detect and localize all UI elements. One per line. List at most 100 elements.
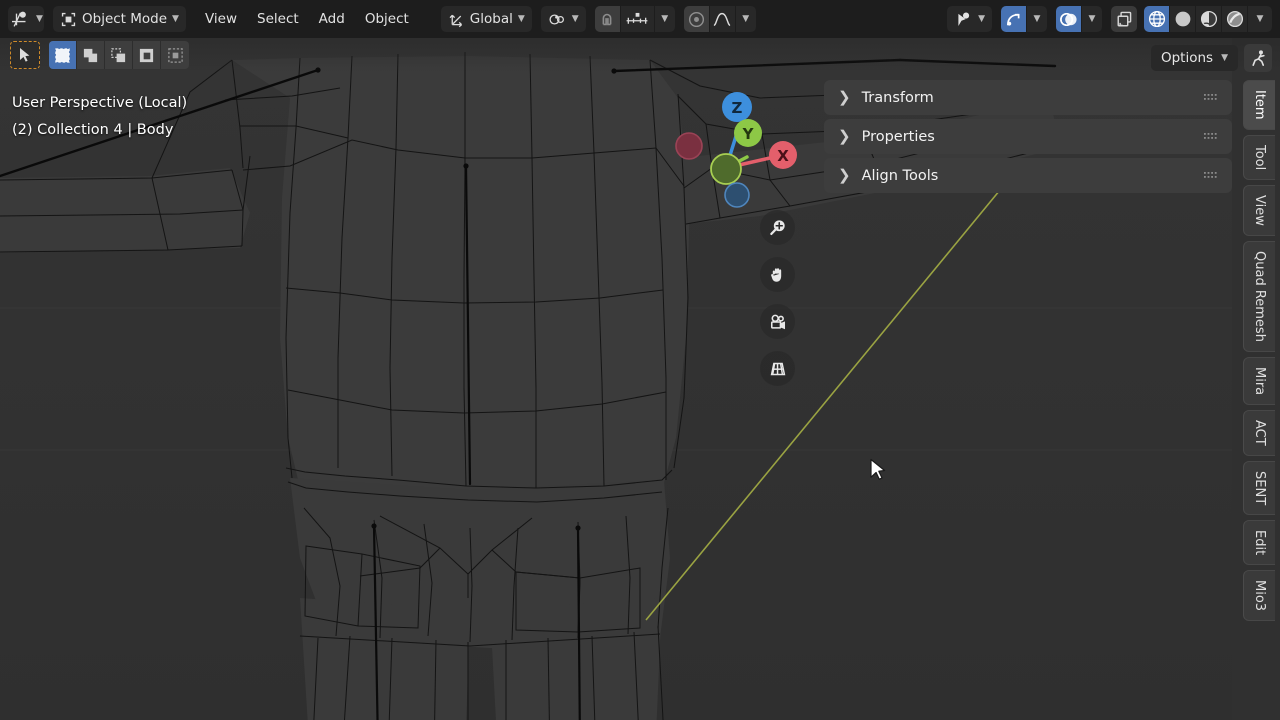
gizmo-icon[interactable] (1001, 6, 1027, 32)
overlay-controls[interactable]: ▼ (1056, 6, 1102, 32)
gizmo-axis-neg-x (675, 132, 703, 160)
pose-gizmo-icon[interactable] (1244, 44, 1272, 72)
menu-add-label: Add (318, 11, 345, 27)
options-label: Options (1160, 50, 1214, 66)
sidebar-tab-view[interactable]: View (1243, 184, 1275, 236)
camera-view-button[interactable] (760, 304, 795, 339)
visibility-selector[interactable]: ▼ (947, 6, 992, 32)
shading-dropdown[interactable]: ▼ (1248, 6, 1272, 32)
panel-properties[interactable]: ❯ Properties (824, 119, 1232, 154)
sidebar-tab-item[interactable]: Item (1243, 80, 1275, 130)
chevron-down-icon: ▼ (661, 13, 669, 24)
object-mode-icon (61, 12, 76, 26)
falloff-dropdown[interactable]: ▼ (736, 6, 756, 32)
gizmo-controls[interactable]: ▼ (1001, 6, 1047, 32)
panel-align-tools[interactable]: ❯ Align Tools (824, 158, 1232, 193)
material-preview-sphere-icon[interactable] (1196, 6, 1222, 32)
blender-window: User Perspective (Local) (2) Collection … (0, 0, 1280, 720)
gizmo-axis-y-label: Y (742, 125, 755, 143)
sidebar-tab-item-label: Item (1252, 90, 1267, 120)
sidebar-tab-act-label: ACT (1252, 419, 1267, 446)
sidebar-tab-quad-remesh-label: Quad Remesh (1252, 250, 1267, 342)
gizmo-axis-neg-y (710, 153, 742, 185)
navigation-gizmo[interactable]: Z Y X (665, 85, 805, 210)
proportional-editing-controls[interactable]: ▼ (683, 6, 756, 32)
options-button[interactable]: Options ▼ (1150, 45, 1238, 71)
chevron-down-icon: ▼ (742, 13, 750, 24)
snap-target-icon[interactable] (621, 6, 655, 32)
sidebar-tab-mira[interactable]: Mira (1243, 356, 1275, 405)
menu-add[interactable]: Add (309, 6, 355, 32)
sidebar-tab-tool-label: Tool (1252, 144, 1267, 170)
sidebar-tab-act[interactable]: ACT (1243, 409, 1275, 456)
chevron-down-icon: ▼ (1256, 13, 1264, 24)
eye-visibility-icon (958, 12, 970, 26)
panel-grip-icon (1204, 132, 1217, 139)
pivot-point-icon (549, 13, 564, 25)
tool-header-right[interactable]: Options ▼ (1150, 44, 1272, 72)
chevron-right-icon: ❯ (838, 88, 851, 106)
pivot-point-selector[interactable]: ▼ (540, 6, 586, 32)
snap-magnet-icon[interactable] (594, 6, 621, 32)
active-tool-button[interactable] (10, 41, 40, 69)
toggle-perspective-button[interactable] (760, 351, 795, 386)
gizmo-axis-neg-z (724, 182, 750, 208)
sidebar-tab-tool[interactable]: Tool (1243, 134, 1275, 180)
sidebar-tab-sent[interactable]: SENT (1243, 460, 1275, 515)
menu-object[interactable]: Object (355, 6, 419, 32)
shading-mode-controls[interactable]: ▼ (1144, 6, 1272, 32)
menu-select[interactable]: Select (247, 6, 309, 32)
sidebar-tabs[interactable]: Item Tool View Quad Remesh Mira ACT SENT… (1232, 80, 1280, 626)
sidebar-tab-edit[interactable]: Edit (1243, 519, 1275, 565)
gizmo-axis-z-label: Z (732, 99, 743, 117)
pan-button[interactable] (760, 257, 795, 292)
chevron-down-icon: ▼ (1033, 13, 1041, 24)
transform-orientation-selector[interactable]: Global ▼ (440, 6, 532, 32)
sidebar-tab-sent-label: SENT (1252, 470, 1267, 505)
overlays-dropdown[interactable]: ▼ (1082, 6, 1102, 32)
chevron-right-icon: ❯ (838, 166, 851, 184)
panel-grip-icon (1204, 93, 1217, 100)
panel-transform-label: Transform (861, 89, 934, 106)
select-set-icon[interactable] (49, 41, 77, 69)
menu-view-label: View (204, 11, 238, 27)
gizmo-axis-x-label: X (777, 147, 789, 165)
panel-transform[interactable]: ❯ Transform (824, 80, 1232, 115)
orientation-icon (449, 14, 462, 27)
viewport-header[interactable]: ▼ Object Mode ▼ View Select Add Object G… (0, 0, 1280, 38)
sidebar-tab-column[interactable]: Item Tool View Quad Remesh Mira ACT SENT… (1232, 38, 1280, 720)
cursor-arrow-icon (20, 48, 30, 62)
chevron-down-icon: ▼ (1088, 13, 1096, 24)
falloff-curve-icon[interactable] (710, 6, 736, 32)
orientation-label: Global (469, 11, 513, 27)
snap-dropdown[interactable]: ▼ (655, 6, 675, 32)
overlays-icon[interactable] (1056, 6, 1082, 32)
object-mode-selector[interactable]: Object Mode ▼ (53, 6, 186, 32)
editor-type-3d-viewport-icon[interactable]: ▼ (8, 6, 44, 32)
chevron-down-icon: ▼ (1221, 52, 1228, 63)
solid-sphere-icon[interactable] (1170, 6, 1196, 32)
select-mode-group[interactable] (49, 41, 189, 69)
snapping-controls[interactable]: ▼ (594, 6, 675, 32)
viewport-nav-buttons[interactable] (760, 210, 795, 386)
panel-properties-label: Properties (861, 128, 935, 145)
xray-toggle-icon[interactable] (1111, 6, 1137, 32)
rendered-sphere-icon[interactable] (1222, 6, 1248, 32)
chevron-down-icon: ▼ (517, 13, 525, 24)
menu-object-label: Object (364, 11, 409, 27)
select-intersect-icon[interactable] (161, 41, 189, 69)
wireframe-sphere-icon[interactable] (1144, 6, 1170, 32)
gizmo-dropdown[interactable]: ▼ (1027, 6, 1047, 32)
proportional-editing-icon[interactable] (683, 6, 710, 32)
chevron-down-icon: ▼ (172, 13, 179, 24)
sidebar-tab-mira-label: Mira (1252, 366, 1267, 395)
select-subtract-icon[interactable] (105, 41, 133, 69)
menu-view[interactable]: View (195, 6, 247, 32)
sidebar-tab-edit-label: Edit (1252, 529, 1267, 555)
zoom-button[interactable] (760, 210, 795, 245)
select-invert-icon[interactable] (133, 41, 161, 69)
select-extend-icon[interactable] (77, 41, 105, 69)
sidebar-tab-mio3-label: Mio3 (1252, 579, 1267, 611)
sidebar-tab-mio3[interactable]: Mio3 (1243, 569, 1275, 621)
sidebar-tab-quad-remesh[interactable]: Quad Remesh (1243, 240, 1275, 352)
